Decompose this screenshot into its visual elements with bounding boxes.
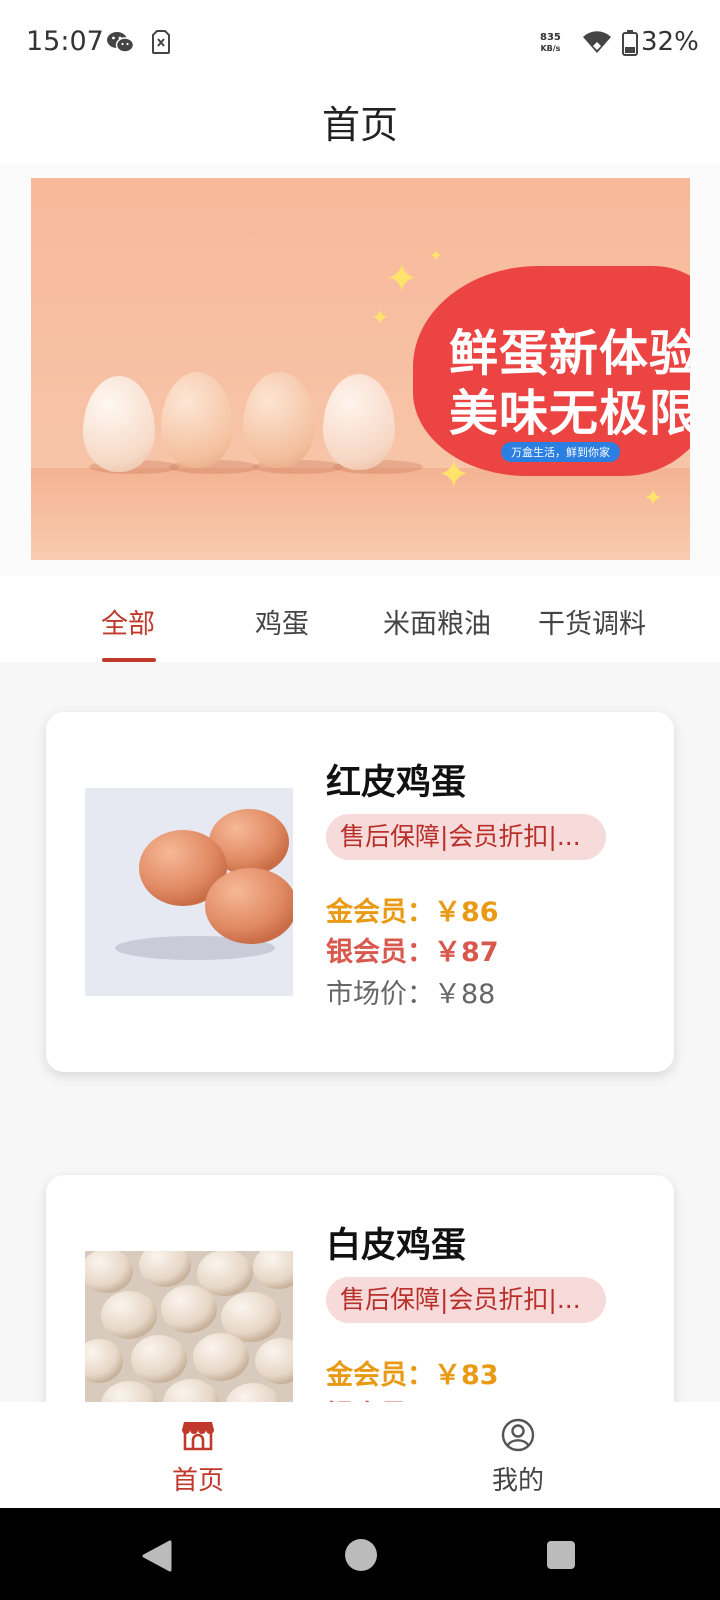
bottom-nav: 首页 我的 xyxy=(0,1402,720,1508)
nav-home-label: 首页 xyxy=(171,1466,224,1496)
egg-image xyxy=(323,374,395,470)
banner-slogan: 万盒生活，鲜到你家 xyxy=(501,442,620,462)
network-speed-unit: KB/s xyxy=(540,44,561,53)
battery-icon xyxy=(622,30,638,60)
banner-floor xyxy=(31,468,690,560)
user-icon xyxy=(501,1418,535,1456)
sparkle-icon: ✦ xyxy=(385,256,419,302)
header: 首页 xyxy=(0,88,720,164)
promo-banner[interactable]: ✦ ✦ ✦ ✦ ✦ 鲜蛋新体验 美味无极限 万盒生活，鲜到你家 xyxy=(31,178,690,560)
recents-icon[interactable] xyxy=(546,1540,576,1574)
status-time: 15:07 xyxy=(26,26,104,57)
category-tabs: 全部 鸡蛋 米面粮油 干货调料 xyxy=(0,576,720,662)
nav-profile-label: 我的 xyxy=(491,1466,544,1496)
status-bar: 15:07 835 KB/s 32% xyxy=(0,0,720,88)
page-title: 首页 xyxy=(321,103,398,147)
product-tags: 售后保障|会员折扣|... xyxy=(326,814,606,860)
tab-indicator xyxy=(102,658,156,662)
sparkle-icon: ✦ xyxy=(371,306,390,331)
tab-all[interactable]: 全部 xyxy=(53,602,203,641)
product-image xyxy=(85,788,293,996)
tab-eggs[interactable]: 鸡蛋 xyxy=(207,602,357,641)
battery-percent: 32% xyxy=(641,27,699,57)
sim-error-icon xyxy=(152,30,170,58)
network-speed-value: 835 xyxy=(540,32,561,43)
network-speed: 835 KB/s xyxy=(540,32,561,54)
nav-home[interactable]: 首页 xyxy=(18,1402,378,1508)
store-icon xyxy=(181,1418,215,1456)
wechat-icon xyxy=(106,30,135,58)
back-icon[interactable] xyxy=(142,1540,172,1576)
banner-headline: 美味无极限 xyxy=(449,385,690,442)
egg-image xyxy=(243,372,315,468)
system-navigation-bar xyxy=(0,1508,720,1600)
egg-image xyxy=(161,372,233,468)
product-name: 红皮鸡蛋 xyxy=(326,763,467,803)
sparkle-icon: ✦ xyxy=(437,452,471,498)
egg-image xyxy=(83,376,155,472)
tab-dried-seasoning[interactable]: 干货调料 xyxy=(517,602,667,641)
home-icon[interactable] xyxy=(344,1538,378,1576)
product-card[interactable]: 红皮鸡蛋 售后保障|会员折扣|... 金会员：￥86 银会员：￥87 市场价：￥… xyxy=(46,712,674,1072)
gold-member-price: 金会员：￥86 xyxy=(326,897,499,928)
tab-grain-oil[interactable]: 米面粮油 xyxy=(362,602,512,641)
sparkle-icon: ✦ xyxy=(429,246,443,265)
wifi-icon xyxy=(582,30,612,58)
sparkle-icon: ✦ xyxy=(643,484,664,512)
market-price: 市场价：￥88 xyxy=(326,979,496,1010)
banner-container: ✦ ✦ ✦ ✦ ✦ 鲜蛋新体验 美味无极限 万盒生活，鲜到你家 xyxy=(0,164,720,576)
product-tags: 售后保障|会员折扣|... xyxy=(326,1277,606,1323)
gold-member-price: 金会员：￥83 xyxy=(326,1360,499,1391)
product-name: 白皮鸡蛋 xyxy=(326,1226,467,1266)
nav-profile[interactable]: 我的 xyxy=(338,1402,698,1508)
silver-member-price: 银会员：￥87 xyxy=(326,937,499,968)
